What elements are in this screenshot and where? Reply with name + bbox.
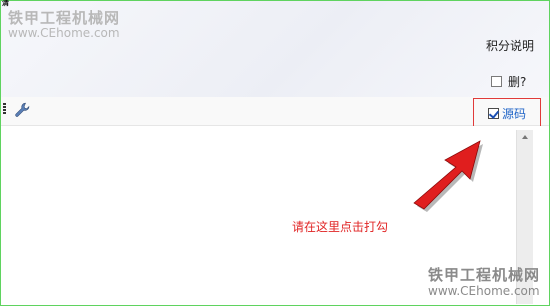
editor-toolbar xyxy=(1,97,549,126)
watermark-url-top: www.CEhome.com xyxy=(8,26,120,40)
source-code-toggle[interactable]: 源码 xyxy=(488,105,526,122)
toolbar-grip-handle[interactable] xyxy=(3,103,6,114)
wrench-icon[interactable] xyxy=(13,101,31,119)
annotation-arrow-icon xyxy=(413,140,483,212)
watermark-url-bottom: www.CEhome.com xyxy=(428,284,540,298)
watermark-title-bottom: 铁甲工程机械网 xyxy=(428,266,541,284)
corner-mark: 清 xyxy=(2,0,9,7)
source-code-checkbox[interactable] xyxy=(488,107,499,119)
instruction-text: 请在这里点击打勾 xyxy=(292,220,389,234)
delete-option[interactable]: 删? xyxy=(491,73,526,89)
delete-checkbox[interactable] xyxy=(491,75,502,87)
watermark-title-top: 铁甲工程机械网 xyxy=(8,9,121,27)
source-code-label[interactable]: 源码 xyxy=(502,105,526,122)
points-info-link[interactable]: 积分说明 xyxy=(486,37,534,54)
chevron-up-icon[interactable] xyxy=(517,130,533,144)
delete-label: 删? xyxy=(508,74,527,89)
